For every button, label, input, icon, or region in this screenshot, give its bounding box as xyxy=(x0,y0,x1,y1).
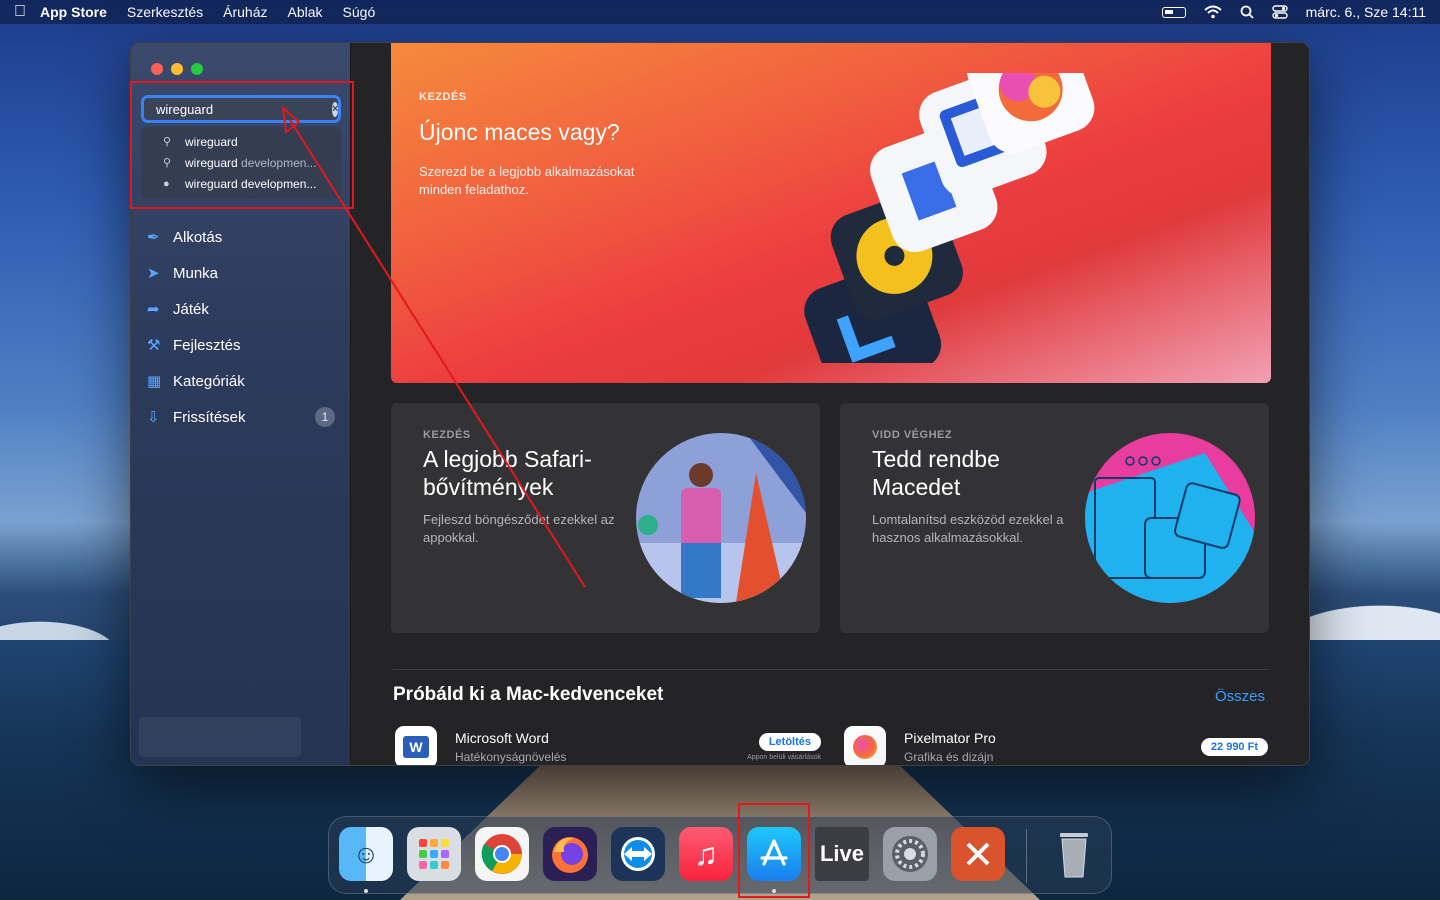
annotation-arrow xyxy=(281,105,586,588)
